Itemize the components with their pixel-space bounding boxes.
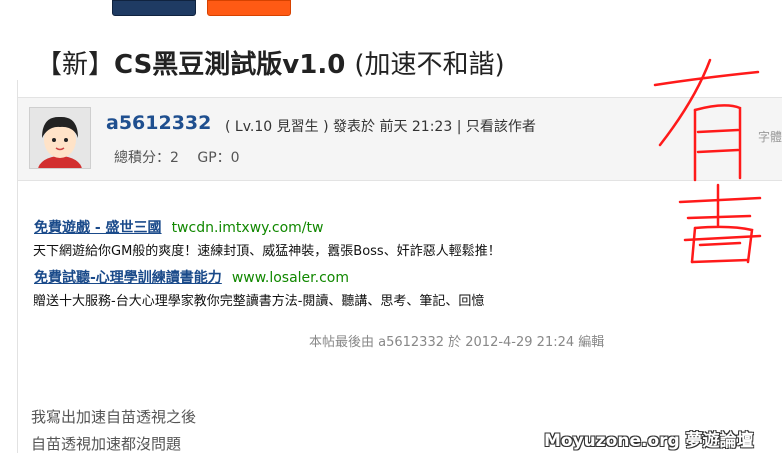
font-size-control[interactable]: 字體 <box>758 128 782 145</box>
author-header: a5612332 ( Lv.10 見習生 ) 發表於 前天 21:23 | 只看… <box>18 97 782 184</box>
ad-url[interactable]: twcdn.imtxwy.com/tw <box>172 220 324 236</box>
post-time: 發表於 前天 21:23 <box>333 119 453 135</box>
only-author-link[interactable]: | 只看該作者 <box>457 119 536 135</box>
post-content-line: 我寫出加速自苗透視之後 <box>31 408 197 426</box>
post-content-line: 自苗透視加速都沒問題 <box>31 435 182 453</box>
edit-note: 本帖最後由 a5612332 於 2012-4-29 21:24 編輯 <box>309 335 605 350</box>
post-meta: ( Lv.10 見習生 ) 發表於 前天 21:23 | 只看該作者 <box>225 116 536 136</box>
ad-url[interactable]: www.losaler.com <box>232 270 349 286</box>
ad-description: 贈送十大服務-台大心理學家教你完整讀書方法-閱讀、聽講、思考、筆記、回憶 <box>33 294 485 309</box>
top-nav-button-1[interactable] <box>112 0 196 16</box>
ad-description: 天下網遊給你GM般的爽度！速練封頂、威猛神裝，囂張Boss、奸詐惡人輕鬆推！ <box>33 244 501 259</box>
title-suffix: (加速不和諧) <box>354 50 505 80</box>
avatar[interactable] <box>29 107 91 184</box>
ad-title-link[interactable]: 免費試聽-心理學訓練讀書能力 <box>34 270 222 286</box>
author-level: ( Lv.10 見習生 ) <box>225 119 329 135</box>
gp-points: GP：0 <box>197 150 240 166</box>
title-bracket: 【新】 <box>36 50 115 80</box>
author-name[interactable]: a5612332 <box>106 112 211 134</box>
total-points: 總積分：2 <box>114 150 179 166</box>
ad-title-link[interactable]: 免費遊戲 - 盛世三國 <box>34 220 162 236</box>
top-nav-button-2[interactable] <box>207 0 291 16</box>
ad-item: 免費試聽-心理學訓練讀書能力 www.losaler.com <box>34 267 349 287</box>
site-watermark: Moyuzone.org 夢遊論壇 <box>544 431 754 451</box>
avatar-icon <box>30 108 90 184</box>
ad-item: 免費遊戲 - 盛世三國 twcdn.imtxwy.com/tw <box>34 217 323 237</box>
author-stats: 總積分：2 GP：0 <box>114 147 254 167</box>
post-title: 【新】CS黑豆測試版v1.0 (加速不和諧) <box>36 44 505 81</box>
title-main: CS黑豆測試版v1.0 <box>114 50 355 80</box>
